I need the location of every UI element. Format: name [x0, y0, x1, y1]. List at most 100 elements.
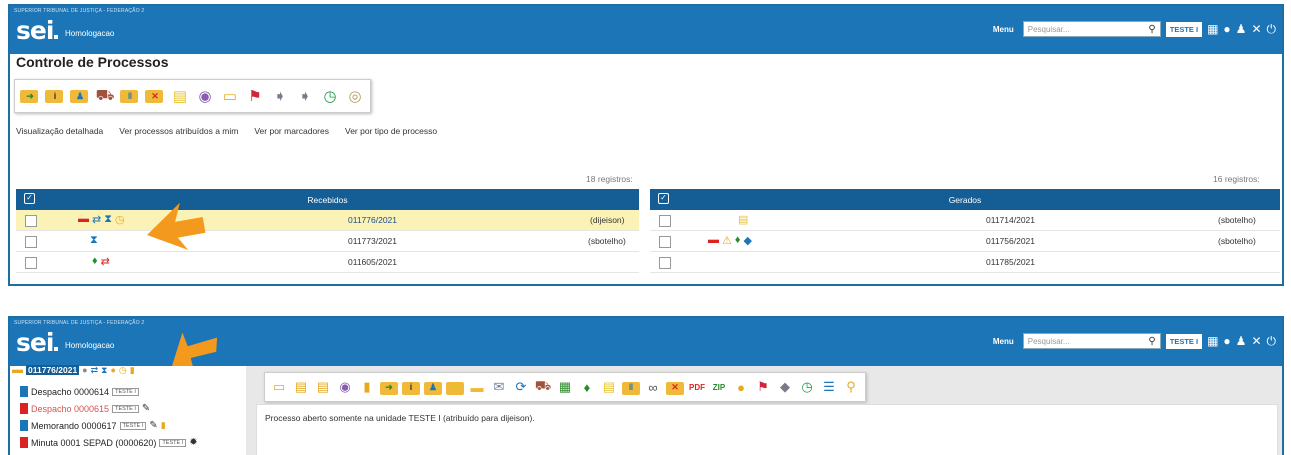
conclude-process-icon[interactable]: ✕	[665, 377, 685, 397]
folder-icon[interactable]: ▬	[467, 377, 487, 397]
view-detailed-link[interactable]: Visualização detalhada	[16, 126, 103, 136]
sobrestar-icon[interactable]: ‖	[621, 377, 641, 397]
power-icon[interactable]: ⏻	[1267, 23, 1277, 35]
row-checkbox[interactable]	[25, 215, 37, 227]
grid-icon[interactable]: ▦	[1207, 23, 1218, 35]
bookmark-icon[interactable]: ➧	[294, 85, 316, 107]
new-document-icon[interactable]: ▭	[219, 85, 241, 107]
new-document-icon[interactable]: ▭	[269, 377, 289, 397]
unit-selector[interactable]: TESTE I	[1165, 333, 1203, 349]
assign-process-icon[interactable]: ♟	[69, 85, 91, 107]
row-checkbox[interactable]	[659, 215, 671, 227]
grid-icon[interactable]: ▦	[1207, 335, 1218, 347]
list-icon[interactable]: ☰	[819, 377, 839, 397]
flag-icon[interactable]: ⚑	[753, 377, 773, 397]
relate-process-icon[interactable]: ⛟	[533, 377, 553, 397]
process-number-link[interactable]: 011605/2021	[348, 257, 397, 267]
user-icon[interactable]: ♟	[1236, 23, 1247, 35]
process-detail-panel: SUPERIOR TRIBUNAL DE JUSTIÇA - FEDERAÇÃO…	[8, 316, 1284, 455]
table-row[interactable]: ▤ 011714/2021 (sbotelho)	[650, 210, 1280, 231]
info-icon[interactable]: ●	[1223, 335, 1230, 347]
row-checkbox[interactable]	[25, 236, 37, 248]
table-row[interactable]: ▬ ⇄ ⧗ ◷ 011776/2021 (dijeison)	[16, 210, 639, 231]
spreadsheet-icon[interactable]: ▦	[555, 377, 575, 397]
tree-document[interactable]: Minuta 0001 SEPAD (0000620) TESTE I ✹	[20, 437, 198, 448]
start-related-process-icon[interactable]: ▤	[291, 377, 311, 397]
process-number-link[interactable]: 011714/2021	[986, 215, 1035, 225]
process-number[interactable]: 011776/2021	[26, 365, 80, 375]
tag-icon: ◆	[743, 235, 752, 247]
organization-name: SUPERIOR TRIBUNAL DE JUSTIÇA - FEDERAÇÃO…	[14, 320, 145, 326]
assign-process-icon[interactable]: ♟	[423, 377, 443, 397]
annotation-icon[interactable]: ▤	[169, 85, 191, 107]
eye-icon[interactable]: ◉	[194, 85, 216, 107]
menu-button[interactable]: Menu	[993, 337, 1014, 346]
brazil-map-icon[interactable]: ♦	[577, 377, 597, 397]
clock-icon: ◷	[114, 214, 125, 226]
thumbs-up-icon: ▮	[129, 364, 135, 375]
conclude-process-icon[interactable]: ✕	[144, 85, 166, 107]
favorite-icon[interactable]: ★	[445, 377, 465, 397]
update-progress-icon[interactable]: i	[44, 85, 66, 107]
row-checkbox[interactable]	[659, 236, 671, 248]
unit-selector[interactable]: TESTE I	[1165, 21, 1203, 37]
relate-process-icon[interactable]: ⛟	[94, 85, 116, 107]
row-checkbox[interactable]	[25, 257, 37, 269]
search-icon[interactable]: ⚲	[1148, 24, 1155, 35]
email-icon[interactable]: ✉	[489, 377, 509, 397]
process-settings-icon[interactable]: ▤	[313, 377, 333, 397]
select-all-received-checkbox[interactable]: ✓	[24, 193, 35, 204]
tools-icon[interactable]: ✕	[1251, 335, 1261, 347]
power-icon[interactable]: ⏻	[1267, 335, 1277, 347]
info-icon[interactable]: ●	[1223, 23, 1230, 35]
tree-document[interactable]: Memorando 0000617 TESTE I ✎ ▮	[20, 420, 166, 431]
update-progress-icon[interactable]: i	[401, 377, 421, 397]
process-number-link[interactable]: 011776/2021	[348, 215, 397, 225]
table-row[interactable]: 011785/2021	[650, 252, 1280, 273]
view-type-link[interactable]: Ver por tipo de processo	[345, 126, 437, 136]
table-row[interactable]: ⧗ 011773/2021 (sbotelho)	[16, 231, 639, 252]
tools-icon[interactable]: ✕	[1251, 23, 1261, 35]
table-row[interactable]: ♦ ⇄ 011605/2021	[16, 252, 639, 273]
zip-icon[interactable]: ZIP	[709, 377, 729, 397]
send-process-icon[interactable]: ➜	[19, 85, 41, 107]
process-toolbar: ➜ i ♟ ⛟ ‖ ✕ ▤ ◉ ▭ ⚑ ➧ ➧ ◷ ◎	[14, 79, 371, 113]
document-icon: ▬	[78, 213, 89, 225]
process-number-link[interactable]: 011773/2021	[348, 236, 397, 246]
annotation-icon[interactable]: ▤	[599, 377, 619, 397]
pdf-icon[interactable]: PDF	[687, 377, 707, 397]
thumbs-up-icon[interactable]: ▮	[357, 377, 377, 397]
link-icon[interactable]: ∞	[643, 377, 663, 397]
flag-icon[interactable]: ⚑	[244, 85, 266, 107]
comment-icon[interactable]: ●	[731, 377, 751, 397]
tree-document[interactable]: Despacho 0000614 TESTE I	[20, 386, 139, 397]
sei-logo[interactable]: sei	[16, 328, 59, 357]
tree-document[interactable]: Despacho 0000615 TESTE I ✎	[20, 403, 150, 414]
process-number-link[interactable]: 011756/2021	[986, 236, 1035, 246]
search-icon[interactable]: ⚲	[1148, 336, 1155, 347]
process-tree: ▬ 011776/2021 ● ⇄ ⧗ ● ◷ ▮ Despacho 00006…	[10, 364, 245, 455]
sobrestar-icon[interactable]: ‖	[119, 85, 141, 107]
menu-button[interactable]: Menu	[993, 25, 1014, 34]
process-number-link[interactable]: 011785/2021	[986, 257, 1035, 267]
view-markers-link[interactable]: Ver por marcadores	[254, 126, 329, 136]
view-assigned-link[interactable]: Ver processos atribuídos a mim	[119, 126, 238, 136]
clock-icon[interactable]: ◷	[797, 377, 817, 397]
table-row[interactable]: ▬ ⚠ ♦ ◆ 011756/2021 (sbotelho)	[650, 231, 1280, 252]
search-input[interactable]: Pesquisar... ⚲	[1022, 21, 1161, 37]
select-all-generated-checkbox[interactable]: ✓	[658, 193, 669, 204]
send-process-icon[interactable]: ➜	[379, 377, 399, 397]
bookmark-add-icon[interactable]: ➧	[269, 85, 291, 107]
user-icon[interactable]: ♟	[1236, 335, 1247, 347]
tree-root[interactable]: ▬ 011776/2021 ● ⇄ ⧗ ● ◷ ▮	[12, 364, 135, 376]
clock-icon[interactable]: ◷	[319, 85, 341, 107]
search-folder-icon[interactable]: ⚲	[841, 377, 861, 397]
sei-logo[interactable]: sei	[16, 16, 59, 45]
search-input[interactable]: Pesquisar... ⚲	[1022, 333, 1161, 349]
search-process-icon[interactable]: ◎	[344, 85, 366, 107]
tag-icon[interactable]: ◆	[775, 377, 795, 397]
sync-icon[interactable]: ⟳	[511, 377, 531, 397]
unit-tag: TESTE I	[159, 438, 187, 447]
row-checkbox[interactable]	[659, 257, 671, 269]
eye-icon[interactable]: ◉	[335, 377, 355, 397]
